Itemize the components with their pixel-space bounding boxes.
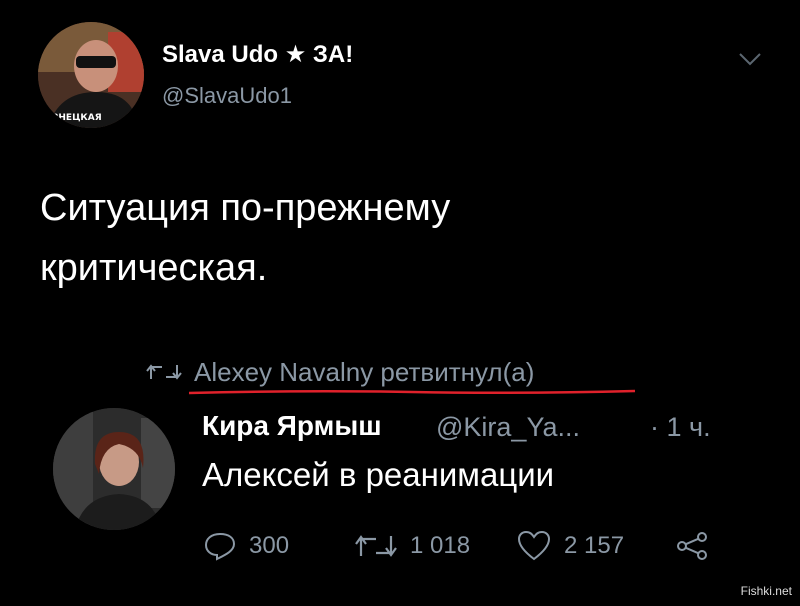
watermark: Fishki.net (740, 584, 792, 598)
retweet-context[interactable]: Alexey Navalny ретвитнул(а) (146, 355, 534, 389)
retweet-icon (146, 364, 182, 380)
retweet-context-label[interactable]: Alexey Navalny ретвитнул(а) (194, 357, 534, 388)
avatar-image (53, 408, 175, 530)
reply-icon (204, 532, 236, 561)
retweeted-tweet-text: Алексей в реанимации (202, 456, 555, 493)
tweet-text: Ситуация по-прежнему критическая. (40, 178, 740, 298)
tweet-text-line-2: критическая. (40, 247, 268, 289)
share-icon (677, 532, 707, 560)
avatar-shirt-text: ЗНЕЦКАЯ (52, 113, 102, 123)
retweeted-author-name[interactable]: Кира Ярмыш (202, 410, 382, 442)
heart-icon (517, 530, 551, 561)
retweeted-author-avatar[interactable] (53, 408, 175, 530)
chevron-down-icon[interactable] (736, 50, 764, 68)
share-button[interactable] (675, 528, 709, 564)
author-handle[interactable]: @SlavaUdo1 (162, 83, 292, 109)
reply-count: 300 (249, 532, 290, 559)
reply-button[interactable]: 300 (203, 528, 289, 564)
author-display-name[interactable]: Slava Udo ★ ЗА! (162, 40, 353, 69)
red-underline-annotation (188, 389, 636, 395)
retweeted-timestamp[interactable]: · 1 ч. (650, 412, 711, 443)
tweet-text-line-1: Ситуация по-прежнему (40, 187, 451, 229)
retweet-count: 1 018 (410, 532, 471, 559)
retweet-button[interactable]: 1 018 (354, 528, 470, 564)
avatar-image: ЗНЕЦКАЯ (38, 22, 144, 128)
like-button[interactable]: 2 157 (516, 528, 624, 564)
retweet-icon (355, 535, 397, 557)
retweeted-author-handle[interactable]: @Kira_Ya... (436, 412, 580, 443)
author-avatar[interactable]: ЗНЕЦКАЯ (38, 22, 144, 128)
like-count: 2 157 (564, 532, 625, 559)
